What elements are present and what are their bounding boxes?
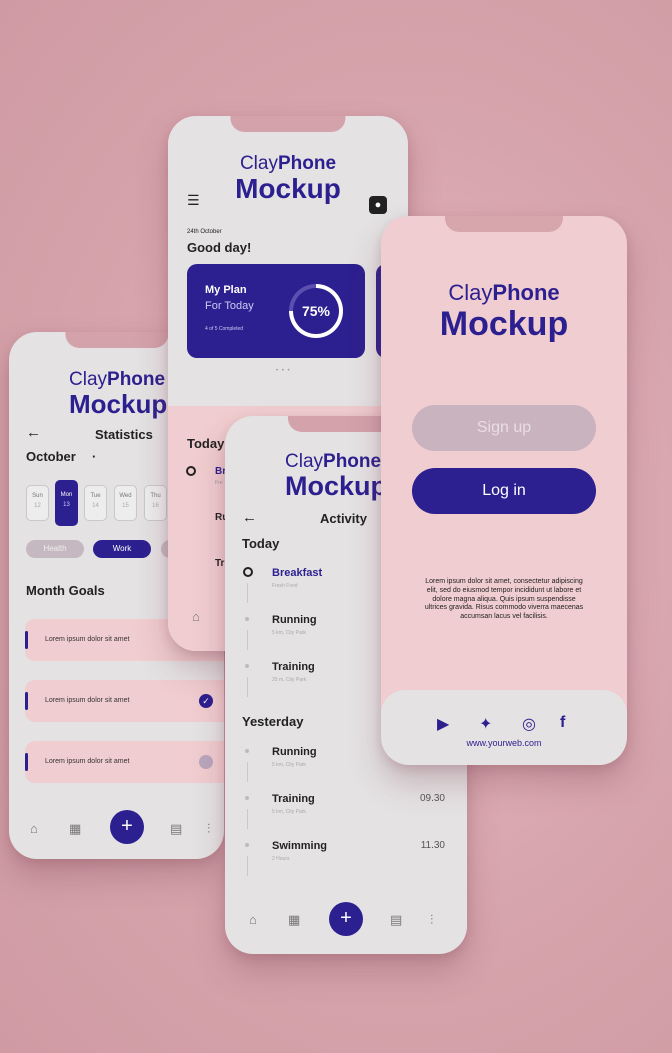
schedule-icon[interactable]: ▤	[390, 912, 402, 928]
phone-notch	[444, 216, 564, 232]
bottom-nav: ⌂ ▦ + ▤ ⫶	[225, 884, 467, 954]
bottom-nav: ⌂ ▦ + ▤ ⫶	[9, 797, 224, 859]
screen-title: Activity	[320, 511, 367, 526]
today-label: Today	[187, 436, 225, 451]
add-button[interactable]: +	[329, 902, 363, 936]
facebook-icon[interactable]: f	[560, 714, 565, 732]
website-link[interactable]: www.yourweb.com	[381, 738, 627, 748]
settings-sliders-icon[interactable]: ⫶	[430, 912, 433, 928]
back-arrow-icon[interactable]: ←	[26, 424, 41, 441]
goal-item[interactable]: Lorem ipsum dolor sit amet ✓	[25, 680, 224, 722]
home-icon[interactable]: ⌂	[30, 821, 38, 836]
chevron-down-icon[interactable]: ·	[92, 449, 96, 464]
progress-ring: 75%	[289, 284, 343, 338]
back-arrow-icon[interactable]: ←	[242, 509, 257, 526]
date-label: 24th October	[187, 229, 222, 235]
sign-up-button[interactable]: Sign up	[412, 405, 596, 451]
footer	[381, 690, 627, 765]
plan-progress: 4 of 5 Completed	[205, 326, 244, 332]
day-card-selected[interactable]: Mon 13	[55, 480, 78, 526]
instagram-icon[interactable]: ◎	[522, 714, 536, 734]
brand-logo: ClayPhone Mockup	[439, 280, 569, 343]
today-label: Today	[242, 536, 280, 551]
section-title: Month Goals	[26, 583, 105, 598]
carousel-dots[interactable]: • • •	[276, 368, 291, 374]
day-card[interactable]: Wed 15	[114, 485, 137, 521]
description-text: Lorem ipsum dolor sit amet, consectetur …	[424, 578, 584, 620]
log-in-button[interactable]: Log in	[412, 468, 596, 514]
unchecked-circle-icon[interactable]	[199, 755, 213, 769]
goal-bar	[25, 753, 28, 771]
plan-subtitle: For Today	[205, 300, 254, 312]
menu-icon[interactable]: ☰	[187, 192, 200, 209]
timeline-dot	[243, 567, 253, 577]
goal-item[interactable]: Lorem ipsum dolor sit amet	[25, 741, 224, 783]
day-card[interactable]: Tue 14	[84, 485, 107, 521]
month-selector[interactable]: October	[26, 449, 76, 464]
profile-icon[interactable]: ●	[369, 196, 387, 214]
plan-title: My Plan	[205, 284, 247, 296]
goal-bar	[25, 692, 28, 710]
calendar-icon[interactable]: ▦	[288, 912, 300, 928]
filter-health[interactable]: Health	[26, 540, 84, 558]
goal-bar	[25, 631, 28, 649]
plan-card[interactable]: My Plan For Today 4 of 5 Completed 75%	[187, 264, 365, 358]
greeting: Good day!	[187, 240, 252, 255]
day-card[interactable]: Thu 16	[144, 485, 167, 521]
phone-notch	[230, 116, 346, 132]
day-card[interactable]: Sun 12	[26, 485, 49, 521]
home-icon[interactable]: ⌂	[192, 609, 200, 624]
timeline-dot	[186, 466, 196, 476]
schedule-icon[interactable]: ▤	[170, 821, 182, 837]
filter-work[interactable]: Work	[93, 540, 151, 558]
phone-notch	[64, 332, 169, 348]
home-icon[interactable]: ⌂	[249, 912, 257, 927]
calendar-icon[interactable]: ▦	[69, 821, 81, 837]
twitter-icon[interactable]: ✦	[479, 714, 492, 734]
check-icon[interactable]: ✓	[199, 694, 213, 708]
settings-sliders-icon[interactable]: ⫶	[207, 821, 210, 837]
add-button[interactable]: +	[110, 810, 144, 844]
yesterday-label: Yesterday	[242, 714, 304, 729]
login-phone: ClayPhone Mockup Sign up Log in Lorem ip…	[381, 216, 627, 765]
screen-title: Statistics	[95, 427, 153, 442]
youtube-icon[interactable]: ▶	[437, 714, 449, 734]
